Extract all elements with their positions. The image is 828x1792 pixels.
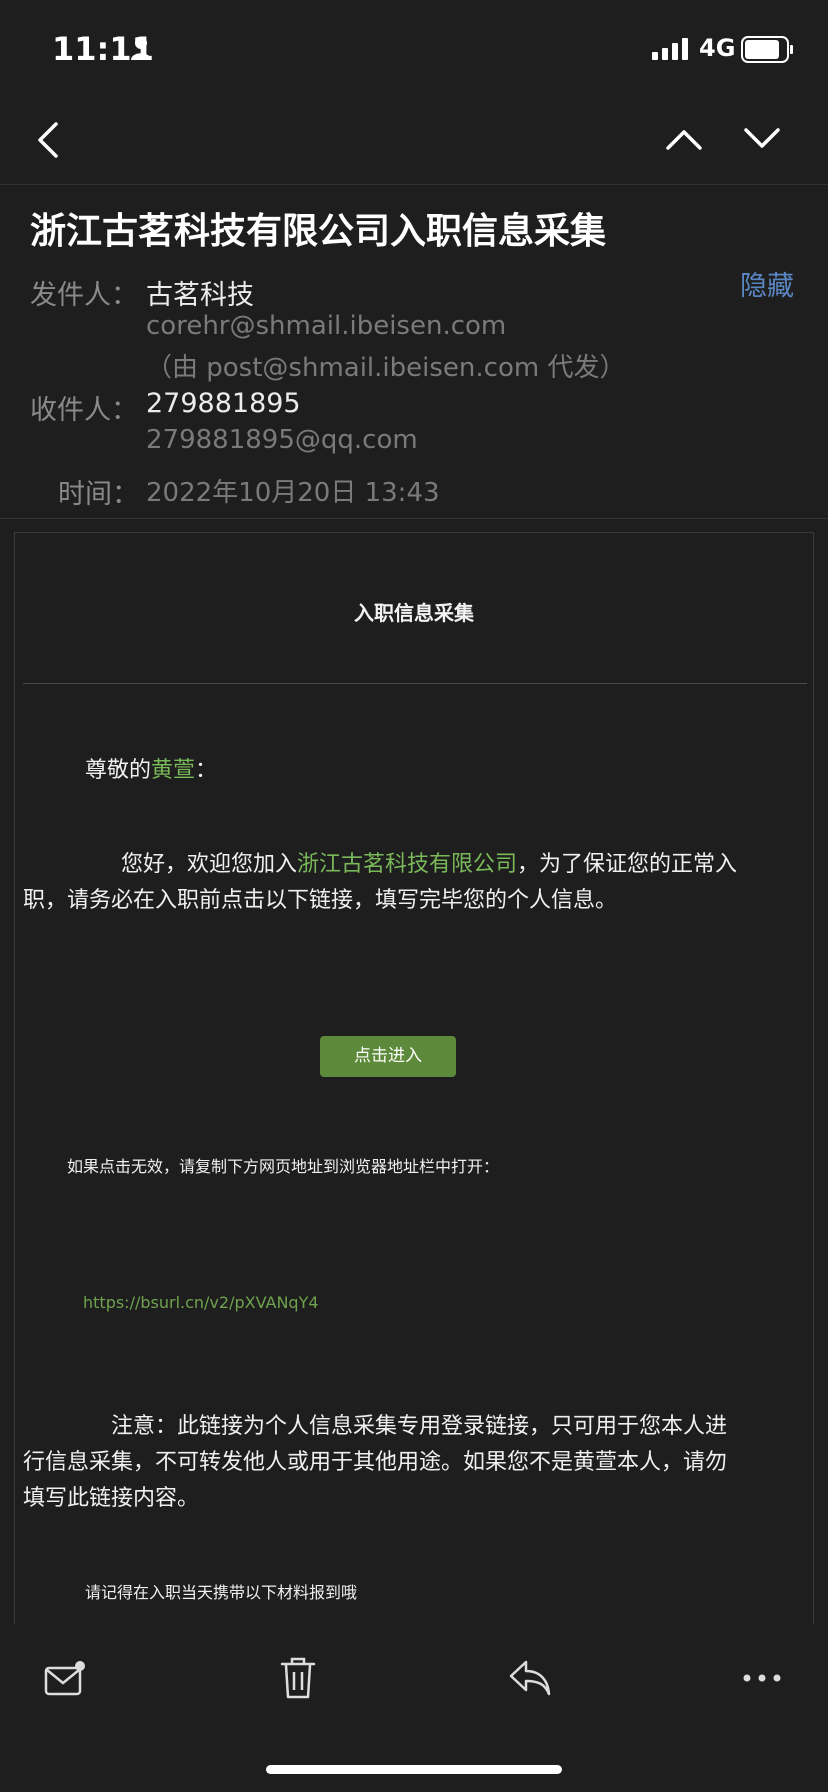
hide-details-link[interactable]: 隐藏: [740, 264, 794, 303]
reminder-text: 请记得在入职当天携带以下材料报到哦: [85, 1583, 358, 1602]
sender-name[interactable]: 古茗科技: [146, 273, 254, 312]
fallback-text: 如果点击无效，请复制下方网页地址到浏览器地址栏中打开：: [67, 1157, 500, 1176]
intro-company: 浙江古茗科技有限公司: [297, 852, 518, 877]
more-icon[interactable]: [742, 1672, 782, 1684]
greeting-name: 黄萱: [151, 758, 196, 783]
enter-button[interactable]: 点击进入: [320, 1036, 456, 1077]
notice-line-3: 填写此链接内容。: [23, 1486, 200, 1511]
next-mail-icon[interactable]: [742, 124, 782, 154]
greeting: 尊敬的黄萱：: [85, 753, 217, 789]
intro-line-2: 职，请务必在入职前点击以下链接，填写完毕您的个人信息。: [23, 888, 618, 913]
network-label: 4G: [699, 34, 736, 62]
recipient-label: 收件人：: [30, 395, 138, 426]
back-icon[interactable]: [34, 118, 64, 162]
battery-icon: [741, 36, 793, 63]
body-divider: [23, 683, 807, 684]
email-body: 入职信息采集 尊敬的黄萱： 您好，欢迎您加入浙江古茗科技有限公司，为了保证您的正…: [14, 532, 814, 1674]
reply-icon[interactable]: [508, 1658, 552, 1698]
intro-line-1: 您好，欢迎您加入浙江古茗科技有限公司，为了保证您的正常入: [121, 847, 737, 883]
recipient-name[interactable]: 279881895: [146, 388, 301, 419]
fallback-link[interactable]: https://bsurl.cn/v2/pXVANqY4: [83, 1293, 319, 1312]
sender-via: （由 post@shmail.ibeisen.com 代发）: [146, 353, 626, 383]
sender-label: 发件人：: [30, 280, 138, 311]
time-label: 时间：: [58, 479, 139, 510]
greeting-suffix: ：: [195, 758, 218, 783]
person-icon: [131, 37, 151, 60]
time-value: 2022年10月20日 13:43: [146, 478, 440, 508]
intro-line1-suffix: ，为了保证您的正常入: [517, 852, 738, 877]
trash-icon[interactable]: [280, 1656, 316, 1700]
signal-icon: [652, 38, 688, 60]
mail-subject: 浙江古茗科技有限公司入职信息采集: [30, 211, 607, 252]
home-indicator: [266, 1765, 562, 1774]
intro-prefix: 您好，欢迎您加入: [121, 852, 298, 877]
notice-line-1: 注意：此链接为个人信息采集专用登录链接，只可用于您本人进: [111, 1414, 728, 1439]
body-title: 入职信息采集: [354, 601, 474, 625]
mail-unread-icon[interactable]: [44, 1660, 86, 1700]
recipient-email[interactable]: 279881895@qq.com: [146, 425, 418, 455]
notice-line-2: 行信息采集，不可转发他人或用于其他用途。如果您不是黄萱本人，请勿: [23, 1450, 728, 1475]
nav-divider: [0, 184, 828, 185]
header-divider: [0, 518, 828, 519]
greeting-prefix: 尊敬的: [85, 758, 152, 783]
previous-mail-icon[interactable]: [664, 124, 704, 154]
sender-email[interactable]: corehr@shmail.ibeisen.com: [146, 311, 506, 341]
